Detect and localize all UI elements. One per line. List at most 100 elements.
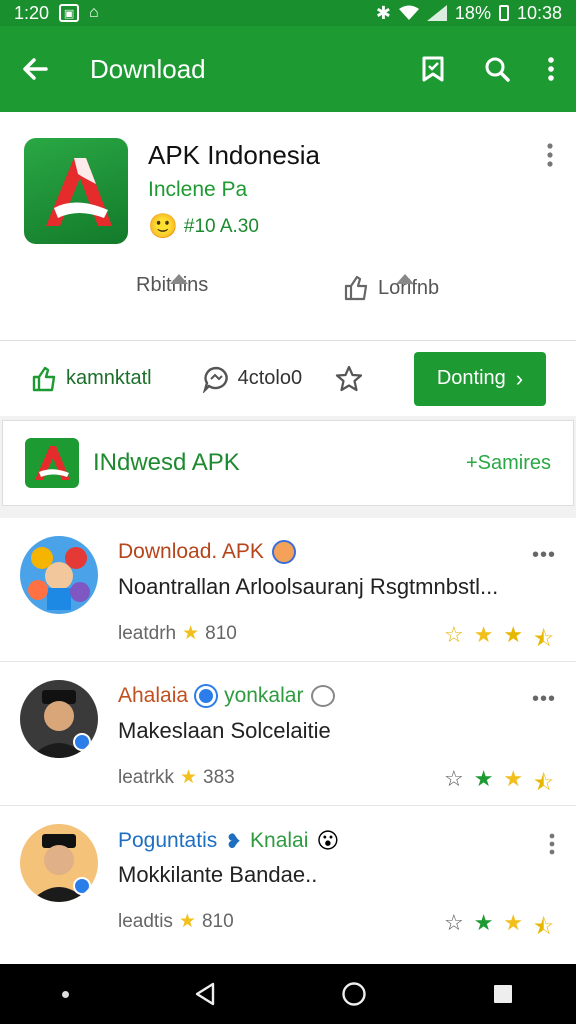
item-meta-value: 810 — [201, 910, 234, 932]
chevron-right-icon: › — [515, 365, 524, 391]
star-half-icon: ⯪ — [533, 914, 554, 939]
item-star-rating[interactable]: ☆ ★ ★ ⯪ — [444, 910, 554, 948]
star-outline-icon: ☆ — [443, 622, 464, 647]
avatar — [20, 680, 98, 758]
list-item[interactable]: Poguntatis ❥ Knalai 😮 Mokkilante Bandae.… — [0, 806, 576, 950]
status-time-left: 1:20 — [14, 2, 50, 23]
section-link[interactable]: +Samires — [466, 452, 551, 475]
developer-link[interactable]: Inclene Pa — [148, 178, 247, 202]
item-star-rating[interactable]: ☆ ★ ★ ⯪ — [444, 766, 554, 804]
app-detail-card: APK Indonesia Inclene Pa 🙂 #10 A.30 Rbit… — [0, 112, 576, 340]
star-half-icon: ⯪ — [533, 770, 554, 795]
nav-home-icon[interactable] — [341, 981, 367, 1007]
comment-action[interactable]: 4ctolo0 — [202, 365, 303, 393]
item-more-icon[interactable]: ••• — [532, 688, 556, 711]
thumb-up-icon — [32, 366, 56, 391]
primary-button-label: Donting — [436, 367, 506, 389]
rating-row: 🙂 #10 A.30 — [148, 212, 259, 241]
star-icon: ★ — [503, 910, 524, 935]
item-meta-label: leatrkk — [118, 766, 174, 788]
avatar — [20, 824, 98, 902]
signal-icon — [426, 5, 447, 21]
profile-badge-icon — [271, 540, 296, 564]
battery-icon — [498, 5, 509, 21]
star-icon: ★ — [473, 766, 494, 791]
item-meta-value: 810 — [205, 622, 237, 644]
item-star-rating[interactable]: ☆ ★ ★ ⯪ — [444, 622, 554, 660]
star-icon: ★ — [473, 910, 494, 935]
item-meta: leatdrh ★ 810 — [118, 622, 237, 645]
back-arrow-icon[interactable] — [20, 54, 50, 84]
item-subtitle: Mokkilante Bandae.. — [118, 862, 318, 887]
star-icon: ★ — [178, 911, 196, 932]
star-outline-icon: ☆ — [443, 910, 464, 935]
verified-badge-icon — [196, 686, 217, 706]
star-icon: ★ — [503, 766, 524, 791]
rating-text: #10 A.30 — [183, 215, 259, 237]
app-logo-icon — [24, 138, 128, 244]
star-outline-icon: ☆ — [443, 766, 464, 791]
status-time-right: 10:38 — [516, 2, 562, 23]
section-logo-icon — [25, 438, 79, 488]
thumb-icon — [344, 275, 368, 301]
status-bar: 1:20 ▣ ⌂ ✱ 18% 10:38 — [0, 0, 576, 26]
item-title-secondary: yonkalar — [224, 684, 304, 707]
item-more-icon[interactable]: ••• — [532, 544, 556, 567]
page-title: Download — [90, 53, 206, 84]
face-emoji-icon: 😮 — [316, 828, 340, 853]
item-title: Download. APK — [118, 540, 264, 563]
nav-dot-icon — [62, 990, 70, 998]
share-star-icon[interactable] — [334, 364, 364, 394]
item-meta: leatrkk ★ 383 — [118, 766, 235, 789]
item-title: Ahalaia — [118, 684, 189, 707]
like-action-label: kamnktatl — [66, 367, 152, 389]
item-title-secondary: Knalai — [250, 829, 309, 852]
bluetooth-icon: ✱ — [375, 2, 391, 23]
stat-right[interactable]: Lorifnb — [342, 274, 439, 302]
search-icon[interactable] — [482, 54, 512, 84]
list-item[interactable]: Download. APK Noantrallan Arloolsauranj … — [0, 518, 576, 662]
star-icon: ★ — [182, 623, 200, 644]
comment-icon — [202, 366, 228, 393]
reaction-icon — [311, 685, 336, 707]
notification-icon: ⌂ — [89, 4, 99, 21]
app-name: APK Indonesia — [148, 140, 321, 170]
thumb-badge-icon: ❥ — [225, 830, 243, 853]
star-icon: ★ — [179, 767, 198, 788]
app-bar: Download — [0, 26, 576, 112]
gallery-icon: ▣ — [59, 4, 80, 22]
star-icon: ★ — [503, 622, 524, 647]
bookmark-icon[interactable] — [418, 54, 448, 84]
item-subtitle: Noantrallan Arloolsauranj Rsgtmnbstl... — [118, 574, 499, 599]
item-title-row: Poguntatis ❥ Knalai 😮 — [118, 828, 339, 854]
card-overflow-icon[interactable] — [546, 142, 554, 168]
arrow-up-icon — [396, 274, 414, 284]
overflow-menu-icon[interactable] — [546, 54, 556, 84]
battery-level: 18% — [454, 2, 491, 23]
emoji-icon: 🙂 — [148, 213, 178, 240]
nav-back-icon[interactable] — [194, 982, 216, 1006]
wifi-icon — [398, 5, 419, 20]
item-overflow-icon[interactable] — [548, 832, 556, 856]
like-action[interactable]: kamnktatl — [30, 365, 152, 393]
item-meta: leadtis ★ 810 — [118, 910, 234, 933]
arrow-up-icon — [170, 274, 188, 284]
item-meta-label: leatdrh — [118, 622, 177, 644]
item-title-row: Download. APK — [118, 540, 296, 564]
review-list: Download. APK Noantrallan Arloolsauranj … — [0, 518, 576, 964]
system-nav-bar — [0, 964, 576, 1024]
item-meta-value: 383 — [203, 766, 235, 788]
star-half-icon: ⯪ — [533, 626, 554, 651]
primary-download-button[interactable]: Donting › — [414, 351, 546, 406]
list-item[interactable]: Ahalaia yonkalar Makeslaan Solcelaitie l… — [0, 662, 576, 806]
star-icon: ★ — [473, 622, 494, 647]
item-title: Poguntatis — [118, 829, 218, 852]
action-bar: kamnktatl 4ctolo0 Donting › — [0, 340, 576, 416]
item-subtitle: Makeslaan Solcelaitie — [118, 718, 331, 743]
section-header: INdwesd APK +Samires — [2, 420, 574, 506]
nav-recents-icon[interactable] — [492, 983, 514, 1005]
item-meta-label: leadtis — [118, 910, 173, 932]
avatar — [20, 536, 98, 614]
section-title: INdwesd APK — [93, 449, 240, 476]
comment-action-label: 4ctolo0 — [237, 367, 303, 389]
